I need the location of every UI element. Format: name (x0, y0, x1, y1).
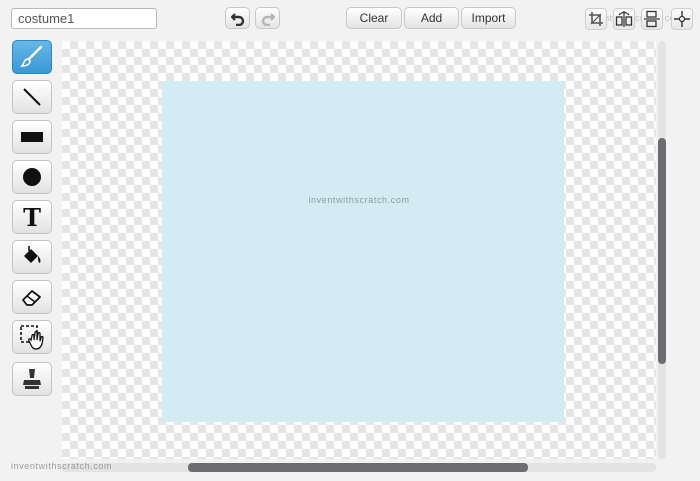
add-button[interactable]: Add (404, 7, 459, 29)
stamp-tool[interactable] (12, 362, 52, 396)
ellipse-icon (23, 168, 41, 186)
brush-icon (20, 45, 43, 67)
redo-button[interactable] (255, 7, 280, 29)
import-button[interactable]: Import (461, 7, 516, 29)
watermark-center: inventwithscratch.com (308, 195, 410, 205)
crop-icon (589, 12, 603, 26)
undo-icon (230, 13, 244, 26)
text-tool[interactable]: T (12, 200, 52, 234)
flip-vertical-button[interactable] (641, 8, 663, 30)
flip-vertical-icon (644, 10, 660, 28)
clear-button[interactable]: Clear (346, 7, 402, 29)
text-icon: T (23, 202, 41, 232)
flip-horizontal-icon (615, 11, 633, 27)
costume-image (162, 81, 564, 422)
flip-horizontal-button[interactable] (613, 8, 635, 30)
rectangle-tool[interactable] (12, 120, 52, 154)
eraser-tool[interactable] (12, 280, 52, 314)
eraser-icon (22, 290, 41, 306)
line-tool[interactable] (12, 80, 52, 114)
brush-tool[interactable] (12, 40, 52, 74)
costume-name-input[interactable] (11, 8, 157, 29)
crop-button[interactable] (585, 8, 607, 30)
ellipse-tool[interactable] (12, 160, 52, 194)
fill-tool[interactable] (12, 240, 52, 274)
horizontal-scrollbar-thumb[interactable] (188, 463, 528, 472)
select-tool[interactable] (12, 320, 52, 354)
set-costume-center-icon (674, 11, 690, 27)
select-icon (20, 325, 44, 350)
line-icon (23, 88, 41, 106)
vertical-scrollbar-thumb[interactable] (658, 138, 666, 364)
paint-canvas[interactable]: inventwithscratch.com (62, 41, 656, 459)
redo-icon (261, 13, 275, 26)
watermark-bottom: inventwithscratch.com (11, 461, 113, 471)
fill-bucket-icon (24, 246, 41, 263)
rectangle-icon (21, 132, 43, 142)
set-costume-center-button[interactable] (671, 8, 693, 30)
undo-button[interactable] (225, 7, 250, 29)
stamp-icon (23, 369, 41, 389)
